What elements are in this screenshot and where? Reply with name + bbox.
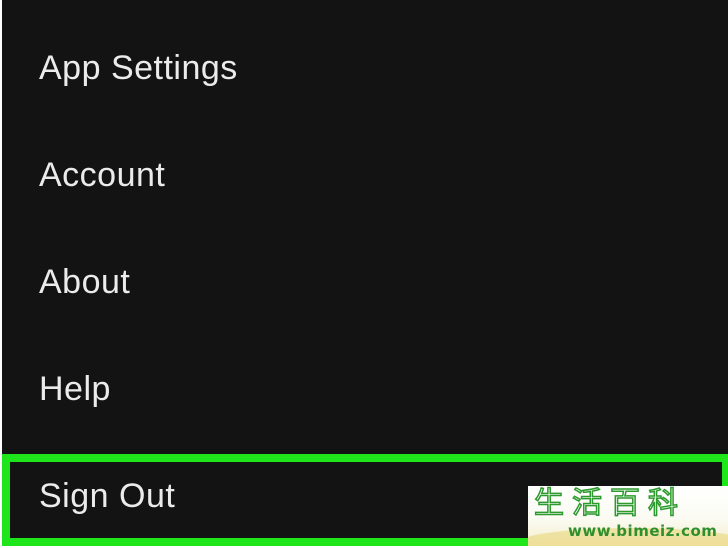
menu-item-label: Sign Out	[39, 476, 176, 515]
watermark-title: 生活百科	[533, 486, 686, 522]
watermark-url: www.bimeiz.com	[568, 522, 718, 540]
menu-item-label: About	[39, 262, 131, 301]
menu-item-label: Help	[39, 369, 111, 408]
settings-menu-screen: App Settings Account About Help Sign Out	[2, 0, 728, 546]
menu-item-about[interactable]: About	[2, 230, 728, 334]
menu-item-account[interactable]: Account	[2, 123, 728, 227]
menu-item-help[interactable]: Help	[2, 337, 728, 441]
menu-item-label: App Settings	[39, 48, 238, 87]
menu-item-label: Account	[39, 155, 166, 194]
watermark-logo: 生活百科 www.bimeiz.com	[528, 486, 728, 546]
menu-item-app-settings[interactable]: App Settings	[2, 16, 728, 120]
